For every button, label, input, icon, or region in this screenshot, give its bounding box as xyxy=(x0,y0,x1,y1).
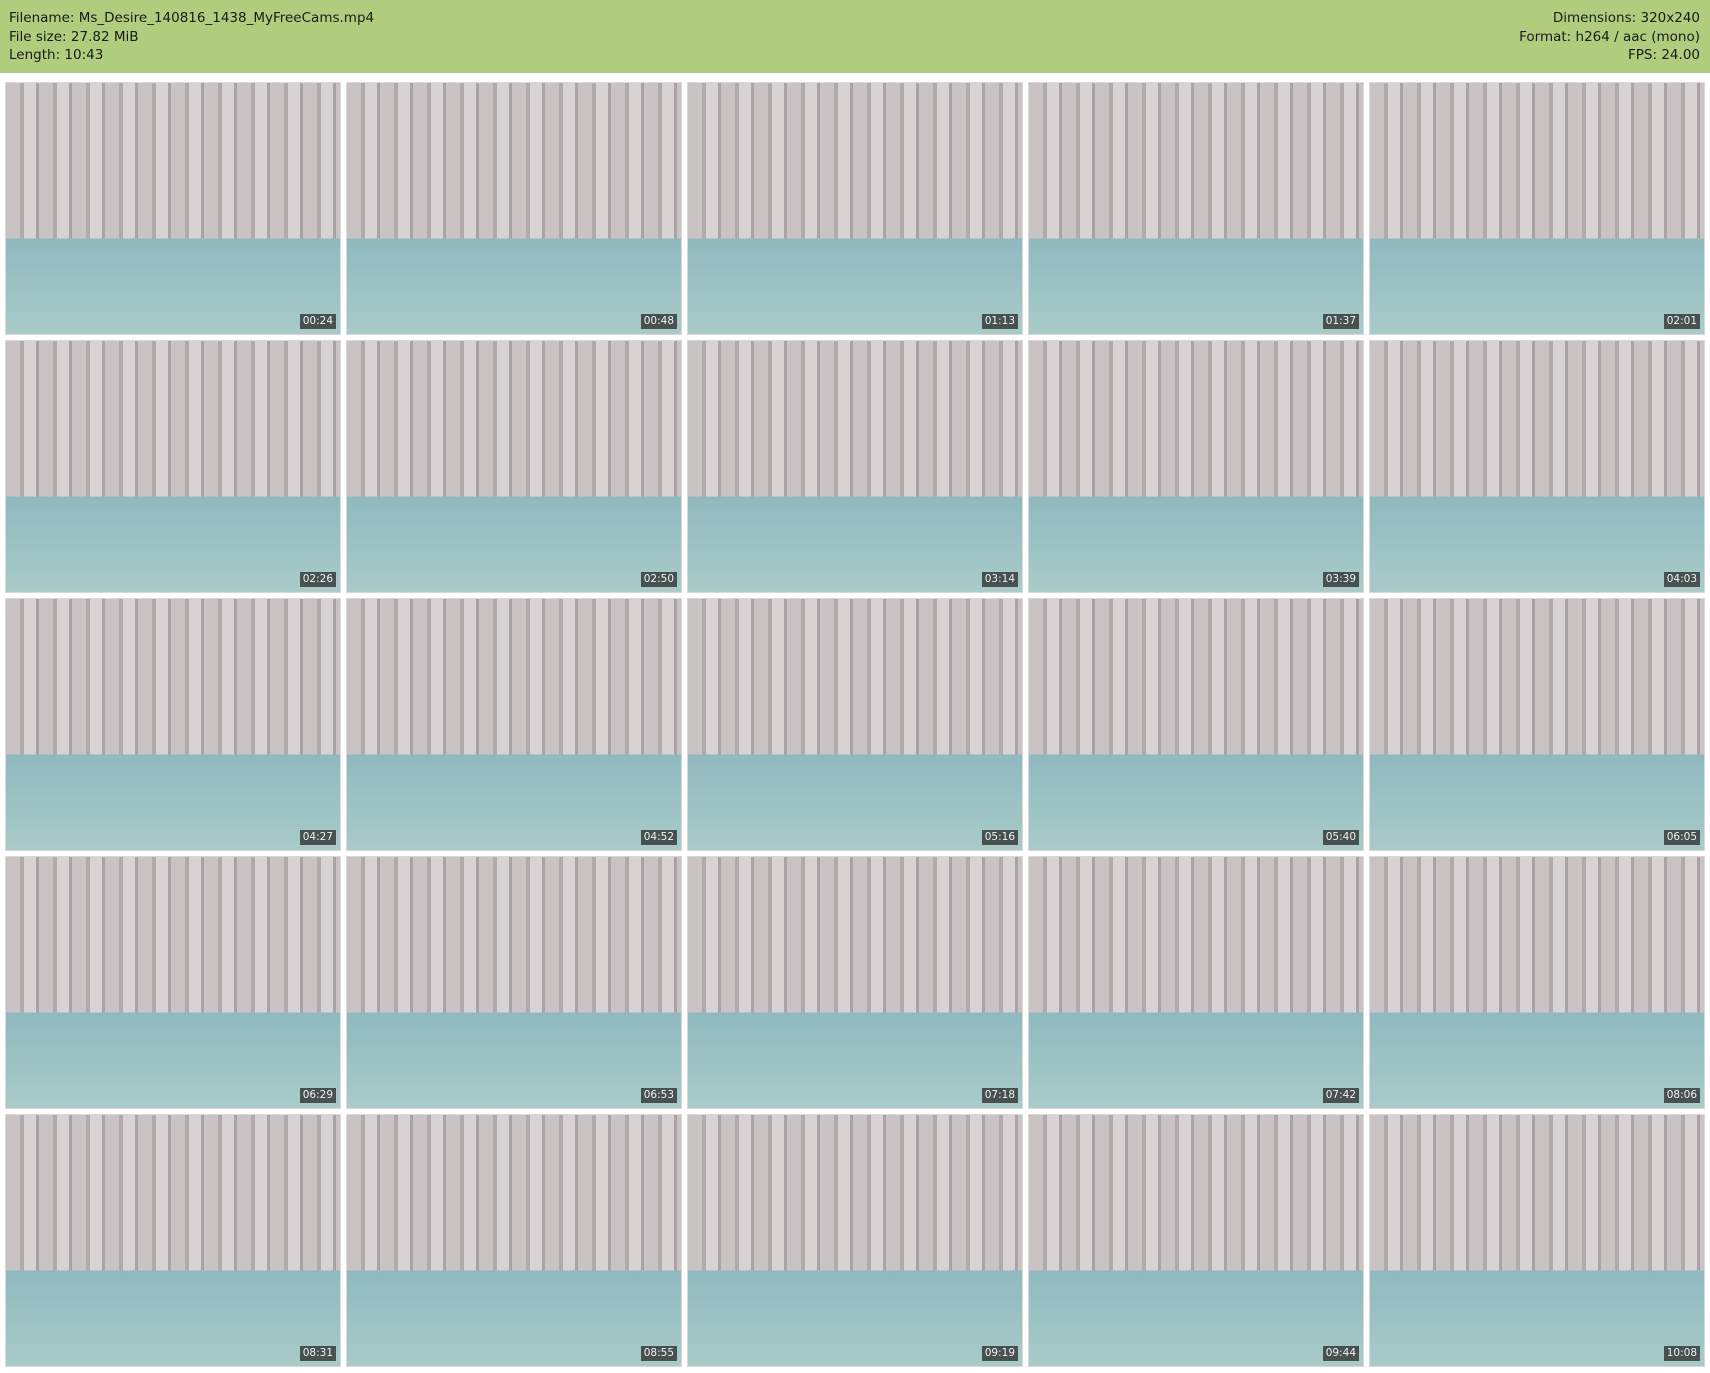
file-info-right: Dimensions: 320x240 Format: h264 / aac (… xyxy=(1519,9,1700,65)
video-frame-thumbnail: 07:18 xyxy=(688,857,1022,1108)
frame-timestamp: 02:01 xyxy=(1663,314,1700,329)
frame-timestamp: 01:37 xyxy=(1322,314,1359,329)
video-frame-thumbnail: 09:44 xyxy=(1029,1115,1363,1366)
frame-timestamp: 03:14 xyxy=(981,572,1018,587)
frame-timestamp: 05:40 xyxy=(1322,830,1359,845)
video-frame-thumbnail: 02:01 xyxy=(1370,83,1704,334)
video-frame-thumbnail: 09:19 xyxy=(688,1115,1022,1366)
video-frame-thumbnail: 00:24 xyxy=(6,83,340,334)
file-info-left: Filename: Ms_Desire_140816_1438_MyFreeCa… xyxy=(9,9,374,65)
frame-timestamp: 02:26 xyxy=(299,572,336,587)
filename: Filename: Ms_Desire_140816_1438_MyFreeCa… xyxy=(9,10,375,26)
frame-timestamp: 00:24 xyxy=(299,314,336,329)
video-frame-thumbnail: 04:27 xyxy=(6,599,340,850)
frame-timestamp: 08:55 xyxy=(640,1346,677,1361)
video-frame-thumbnail: 02:26 xyxy=(6,341,340,592)
dimensions: Dimensions: 320x240 xyxy=(1552,10,1700,26)
video-frame-thumbnail: 08:55 xyxy=(347,1115,681,1366)
video-frame-thumbnail: 10:08 xyxy=(1370,1115,1704,1366)
video-frame-thumbnail: 05:40 xyxy=(1029,599,1363,850)
video-frame-thumbnail: 03:39 xyxy=(1029,341,1363,592)
frame-timestamp: 00:48 xyxy=(640,314,677,329)
frame-timestamp: 07:42 xyxy=(1322,1088,1359,1103)
file-size: File size: 27.82 MiB xyxy=(9,28,139,45)
video-frame-thumbnail: 06:29 xyxy=(6,857,340,1108)
frame-timestamp: 06:53 xyxy=(640,1088,677,1103)
thumbnail-grid: 00:24 00:48 01:13 01:37 02:01 02:26 02:50 03:14… xyxy=(6,83,1704,1366)
video-frame-thumbnail: 07:42 xyxy=(1029,857,1363,1108)
frame-timestamp: 04:52 xyxy=(640,830,677,845)
frame-timestamp: 03:39 xyxy=(1322,572,1359,587)
video-frame-thumbnail: 06:05 xyxy=(1370,599,1704,850)
frame-timestamp: 02:50 xyxy=(640,572,677,587)
length: Length: 10:43 xyxy=(9,47,104,63)
frame-timestamp: 06:05 xyxy=(1663,830,1700,845)
frame-timestamp: 05:16 xyxy=(981,830,1018,845)
frame-timestamp: 08:06 xyxy=(1663,1088,1700,1103)
video-frame-thumbnail: 04:03 xyxy=(1370,341,1704,592)
video-frame-thumbnail: 01:13 xyxy=(688,83,1022,334)
fps: FPS: 24.00 xyxy=(1628,47,1700,63)
video-frame-thumbnail: 05:16 xyxy=(688,599,1022,850)
video-frame-thumbnail: 04:52 xyxy=(347,599,681,850)
frame-timestamp: 07:18 xyxy=(981,1088,1018,1103)
video-frame-thumbnail: 00:48 xyxy=(347,83,681,334)
frame-timestamp: 04:27 xyxy=(299,830,336,845)
video-frame-thumbnail: 06:53 xyxy=(347,857,681,1108)
video-frame-thumbnail: 01:37 xyxy=(1029,83,1363,334)
format: Format: h264 / aac (mono) xyxy=(1519,28,1700,45)
video-frame-thumbnail: 08:31 xyxy=(6,1115,340,1366)
video-frame-thumbnail: 03:14 xyxy=(688,341,1022,592)
frame-timestamp: 09:19 xyxy=(981,1346,1018,1361)
frame-timestamp: 10:08 xyxy=(1663,1346,1700,1361)
frame-timestamp: 04:03 xyxy=(1663,572,1700,587)
frame-timestamp: 08:31 xyxy=(299,1346,336,1361)
video-frame-thumbnail: 08:06 xyxy=(1370,857,1704,1108)
video-frame-thumbnail: 02:50 xyxy=(347,341,681,592)
frame-timestamp: 01:13 xyxy=(981,314,1018,329)
info-header: Filename: Ms_Desire_140816_1438_MyFreeCa… xyxy=(0,0,1710,73)
frame-timestamp: 09:44 xyxy=(1322,1346,1359,1361)
frame-timestamp: 06:29 xyxy=(299,1088,336,1103)
